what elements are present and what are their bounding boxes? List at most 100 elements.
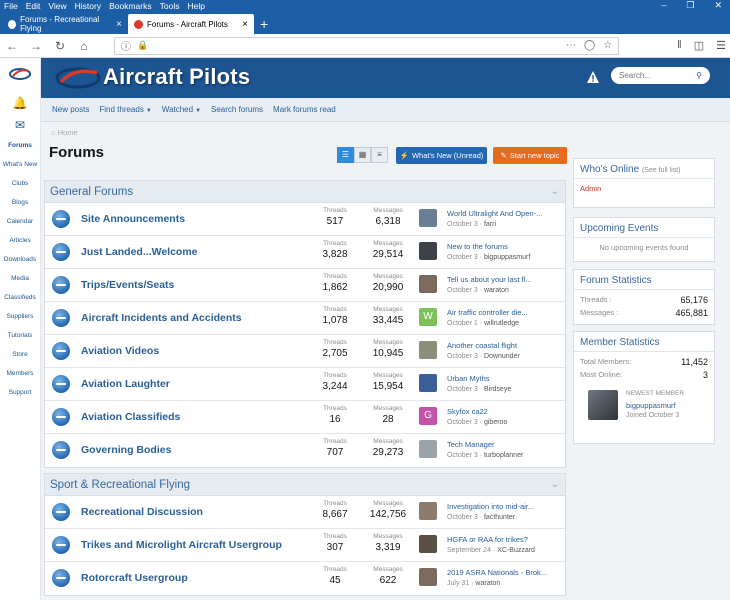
- list-view-icon[interactable]: ☰: [337, 147, 354, 163]
- close-icon[interactable]: ×: [242, 19, 248, 30]
- latest-post-date[interactable]: July 31: [447, 580, 469, 587]
- menu-history[interactable]: History: [75, 1, 101, 11]
- latest-post-link[interactable]: Urban Myths: [447, 374, 490, 383]
- nav-whats-new[interactable]: What's New: [0, 155, 40, 174]
- nav-suppliers[interactable]: Suppliers: [0, 307, 40, 326]
- latest-post-user[interactable]: farri: [484, 221, 496, 228]
- category-title[interactable]: Sport & Recreational Flying: [50, 479, 190, 491]
- nav-store[interactable]: Store: [0, 345, 40, 364]
- chevron-down-icon[interactable]: ⌄: [551, 474, 559, 496]
- avatar[interactable]: [419, 535, 437, 553]
- breadcrumb[interactable]: ⌂ Home: [51, 128, 78, 137]
- avatar[interactable]: [419, 440, 437, 458]
- forum-title-link[interactable]: Recreational Discussion: [81, 506, 203, 518]
- latest-post-user[interactable]: willrutledge: [484, 320, 519, 327]
- forum-title-link[interactable]: Just Landed...Welcome: [81, 246, 198, 258]
- avatar[interactable]: [419, 568, 437, 586]
- chevron-down-icon[interactable]: ⌄: [551, 181, 559, 203]
- site-logo-icon[interactable]: [9, 66, 31, 82]
- category-header[interactable]: General Forums ⌄: [45, 181, 565, 203]
- latest-post-link[interactable]: Tell us about your last fl...: [447, 275, 532, 284]
- latest-post-link[interactable]: Skyfox ca22: [447, 407, 488, 416]
- forum-title-link[interactable]: Trips/Events/Seats: [81, 279, 174, 291]
- hamburger-menu-icon[interactable]: ☰: [716, 39, 726, 52]
- latest-post-user[interactable]: giberoo: [484, 419, 507, 426]
- sidebar-toggle-icon[interactable]: ◫: [694, 39, 704, 52]
- nav-articles[interactable]: Articles: [0, 231, 40, 250]
- subnav-mark-forums-read[interactable]: Mark forums read: [273, 105, 336, 114]
- latest-post-date[interactable]: September 24: [447, 547, 491, 554]
- messages-envelope-icon[interactable]: ✉: [0, 114, 40, 136]
- breadcrumb-home[interactable]: Home: [58, 128, 78, 137]
- avatar[interactable]: [419, 502, 437, 520]
- nav-members[interactable]: Members: [0, 364, 40, 383]
- minimize-icon[interactable]: –: [661, 0, 666, 11]
- forum-title-link[interactable]: Aviation Laughter: [81, 378, 170, 390]
- latest-post-link[interactable]: Investigation into mid-air...: [447, 502, 534, 511]
- see-full-list-link[interactable]: (See full list): [642, 167, 681, 174]
- back-icon[interactable]: ←: [4, 39, 20, 53]
- avatar[interactable]: [419, 242, 437, 260]
- notifications-bell-icon[interactable]: 🔔: [0, 92, 40, 114]
- avatar[interactable]: G: [419, 407, 437, 425]
- avatar[interactable]: [588, 390, 618, 420]
- latest-post-link[interactable]: New to the forums: [447, 242, 508, 251]
- latest-post-user[interactable]: waraton: [475, 580, 500, 587]
- latest-post-user[interactable]: Birdseye: [484, 386, 511, 393]
- tab-aircraft-pilots[interactable]: Forums - Aircraft Pilots ×: [128, 14, 254, 34]
- avatar[interactable]: [419, 275, 437, 293]
- latest-post-date[interactable]: October 1: [447, 320, 478, 327]
- subnav-new-posts[interactable]: New posts: [52, 105, 89, 114]
- latest-post-date[interactable]: October 3: [447, 514, 478, 521]
- latest-post-user[interactable]: Downunder: [484, 353, 520, 360]
- forum-title-link[interactable]: Site Announcements: [81, 213, 185, 225]
- menu-edit[interactable]: Edit: [26, 1, 41, 11]
- latest-post-date[interactable]: October 3: [447, 419, 478, 426]
- reload-icon[interactable]: ↻: [52, 39, 68, 53]
- avatar[interactable]: [419, 209, 437, 227]
- latest-post-link[interactable]: Another coastal flight: [447, 341, 517, 350]
- warning-icon[interactable]: [586, 70, 600, 84]
- brand-logo[interactable]: Aircraft Pilots: [55, 64, 250, 90]
- latest-post-user[interactable]: turboplanner: [484, 452, 523, 459]
- home-icon[interactable]: ⌂: [76, 39, 92, 53]
- new-tab-icon[interactable]: +: [254, 14, 274, 34]
- subnav-find-threads[interactable]: Find threads ▼: [99, 105, 151, 114]
- url-bar[interactable]: ⓘ 🔒 ⋯ ◯ ☆: [114, 36, 620, 55]
- latest-post-user[interactable]: XC-Buzzard: [497, 547, 535, 554]
- latest-post-link[interactable]: Air traffic controller die...: [447, 308, 528, 317]
- menu-bookmarks[interactable]: Bookmarks: [109, 1, 152, 11]
- avatar[interactable]: [419, 374, 437, 392]
- start-new-topic-button[interactable]: ✎ Start new topic: [493, 147, 567, 164]
- forum-title-link[interactable]: Aviation Videos: [81, 345, 159, 357]
- tab-recreational-flying[interactable]: Forums - Recreational Flying ×: [2, 14, 128, 34]
- latest-post-date[interactable]: October 3: [447, 221, 478, 228]
- nav-downloads[interactable]: Downloads: [0, 250, 40, 269]
- forum-title-link[interactable]: Aircraft Incidents and Accidents: [81, 312, 242, 324]
- latest-post-date[interactable]: October 3: [447, 452, 478, 459]
- latest-post-link[interactable]: 2019 ASRA Nationals - Brok...: [447, 568, 547, 577]
- pocket-icon[interactable]: ◯: [584, 40, 595, 51]
- nav-classifieds[interactable]: Classifieds: [0, 288, 40, 307]
- maximize-icon[interactable]: ❐: [686, 0, 694, 11]
- site-info-icon[interactable]: ⓘ: [121, 38, 131, 53]
- page-actions-icon[interactable]: ⋯: [566, 40, 576, 51]
- forum-title-link[interactable]: Trikes and Microlight Aircraft Usergroup: [81, 539, 282, 551]
- menu-view[interactable]: View: [48, 1, 66, 11]
- latest-post-user[interactable]: waraton: [484, 287, 509, 294]
- menu-help[interactable]: Help: [187, 1, 204, 11]
- nav-media[interactable]: Media: [0, 269, 40, 288]
- subnav-search-forums[interactable]: Search forums: [211, 105, 263, 114]
- library-icon[interactable]: ‖: [677, 39, 682, 52]
- search-icon[interactable]: ⚲: [696, 71, 702, 80]
- latest-post-date[interactable]: October 3: [447, 386, 478, 393]
- compact-view-icon[interactable]: ≡: [371, 147, 388, 163]
- widget-title[interactable]: Upcoming Events: [574, 218, 714, 238]
- search-input[interactable]: Search... ⚲: [611, 67, 710, 84]
- latest-post-date[interactable]: October 3: [447, 287, 478, 294]
- latest-post-date[interactable]: October 3: [447, 353, 478, 360]
- close-icon[interactable]: ×: [116, 19, 122, 30]
- whats-new-button[interactable]: ⚡ What's New (Unread): [396, 147, 487, 164]
- latest-post-date[interactable]: October 3: [447, 254, 478, 261]
- nav-support[interactable]: Support: [0, 383, 40, 402]
